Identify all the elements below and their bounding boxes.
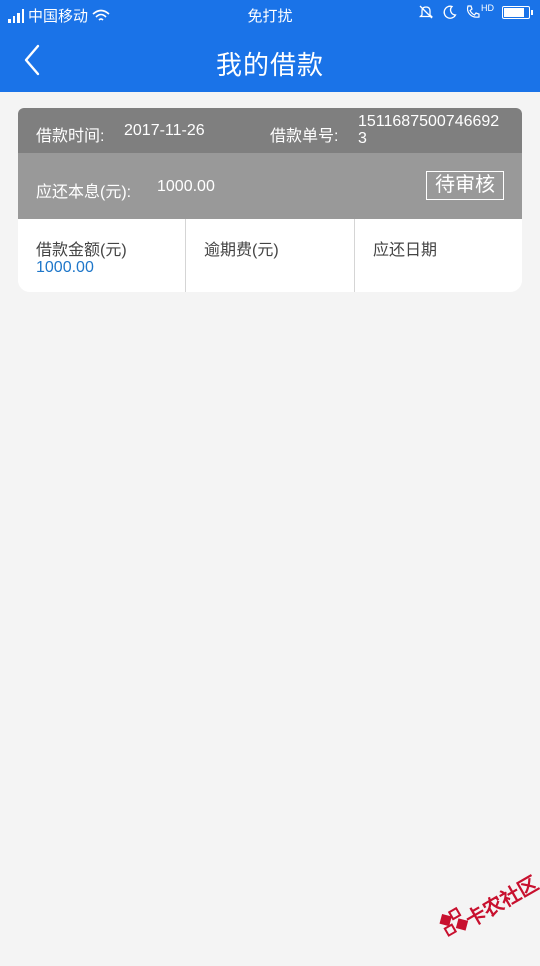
bell-off-icon	[418, 5, 434, 19]
watermark-text: 卡农社区	[462, 872, 540, 932]
battery-icon	[502, 5, 533, 19]
order-number-value: 15116875007466923	[358, 113, 500, 147]
watermark-logo: 卡农社区	[423, 846, 540, 965]
loan-time-value: 2017-11-26	[124, 122, 205, 139]
loan-card[interactable]: 借款时间: 2017-11-26 借款单号: 15116875007466923…	[18, 108, 522, 292]
status-right: HD	[418, 4, 533, 20]
phone-hd-icon: HD	[465, 4, 494, 20]
loan-time-label: 借款时间:	[36, 128, 105, 145]
amount-due-label: 应还本息(元):	[36, 184, 132, 201]
loan-amount-value: 1000.00	[36, 259, 94, 276]
overdue-fee-column: 逾期费(元)	[186, 219, 354, 292]
amount-due-row: 应还本息(元): 1000.00 待审核	[18, 153, 522, 219]
due-date-label: 应还日期	[373, 242, 438, 259]
loan-amount-label: 借款金额(元)	[36, 242, 127, 259]
loan-detail-columns: 借款金额(元) 1000.00 逾期费(元) 应还日期	[18, 219, 522, 292]
loan-info-row: 借款时间: 2017-11-26 借款单号: 15116875007466923	[18, 108, 522, 153]
order-number-label: 借款单号:	[270, 128, 339, 145]
page-title: 我的借款	[215, 50, 324, 80]
overdue-fee-label: 逾期费(元)	[204, 242, 279, 259]
moon-icon	[443, 5, 457, 19]
hd-badge: HD	[481, 3, 494, 13]
loan-amount-column: 借款金额(元) 1000.00	[18, 219, 185, 292]
battery-fill	[504, 7, 524, 17]
app-header: 我的借款	[0, 28, 540, 92]
status-badge[interactable]: 待审核	[426, 171, 504, 200]
status-bar: 中国移动 免打扰 HD	[0, 0, 540, 28]
due-date-column: 应还日期	[355, 219, 522, 292]
amount-due-value: 1000.00	[157, 178, 215, 195]
